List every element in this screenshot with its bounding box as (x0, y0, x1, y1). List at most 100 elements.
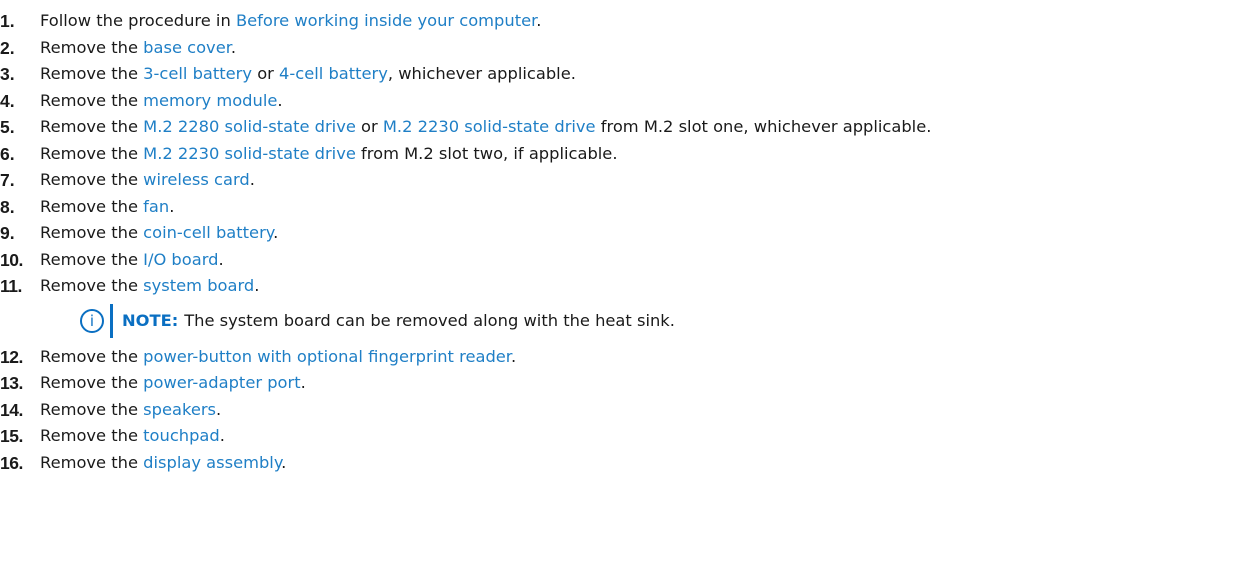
procedure-step: 3. Remove the 3-cell battery or 4-cell ba… (0, 61, 1237, 88)
step-number: 12. (0, 346, 23, 367)
step-text-segment: . (169, 196, 175, 216)
step-text-segment: or (355, 117, 383, 136)
step-number: 3. (0, 64, 15, 84)
step-link[interactable]: base cover (143, 38, 231, 57)
step-text-segment: . (254, 276, 260, 295)
step-number: 5. (0, 117, 15, 137)
step-link[interactable]: fan (143, 197, 169, 216)
procedure-step: 9. Remove the coin-cell battery. (0, 220, 1237, 247)
step-number: 15. (0, 426, 23, 446)
step-text-segment: Remove the (40, 170, 144, 189)
step-text-segment: Remove the (40, 426, 144, 445)
note-divider (110, 303, 113, 338)
step-link[interactable]: speakers (143, 400, 216, 419)
step-text-segment: Remove the (40, 196, 144, 216)
step-text: Remove the coin-cell battery. (40, 223, 278, 242)
procedure-steps-list: 1. Follow the procedure in Before working… (0, 8, 1237, 476)
step-text: Remove the power-adapter port. (40, 373, 306, 392)
step-link[interactable]: 3-cell battery (143, 64, 252, 83)
step-link[interactable]: wireless card (143, 170, 250, 189)
procedure-step: 4. Remove the memory module. (0, 88, 1237, 115)
step-link[interactable]: M.2 2230 solid-state drive (383, 117, 596, 136)
step-text-segment: , whichever applicable. (387, 64, 576, 83)
step-text-segment: Remove the (40, 249, 144, 269)
step-text-segment: Remove the (40, 64, 144, 83)
step-link[interactable]: 4-cell battery (279, 64, 388, 83)
step-link[interactable]: system board (143, 276, 254, 295)
step-number: 13. (0, 373, 23, 393)
step-number: 8. (0, 196, 15, 217)
step-number: 10. (0, 249, 23, 270)
step-text-segment: Remove the (40, 399, 144, 419)
step-text-segment: . (277, 90, 283, 110)
step-text-segment: from M.2 slot two, if applicable. (355, 143, 618, 163)
step-text-segment: Remove the (40, 346, 144, 366)
procedure-step: 1. Follow the procedure in Before working… (0, 8, 1237, 35)
step-number: 7. (0, 170, 15, 190)
step-text: Remove the power-button with optional fi… (40, 347, 516, 366)
step-text-segment: . (273, 223, 279, 242)
info-icon: i (80, 308, 104, 333)
step-text-segment: Remove the (40, 117, 144, 136)
step-link[interactable]: coin-cell battery (143, 223, 273, 242)
procedure-step: 8. Remove the fan. (0, 194, 1237, 221)
procedure-step: 6. Remove the M.2 2230 solid-state drive … (0, 141, 1237, 168)
step-number: 16. (0, 452, 23, 473)
step-text: Remove the I/O board. (40, 250, 224, 269)
step-text: Remove the speakers. (40, 400, 221, 419)
step-text-segment: . (281, 452, 287, 472)
step-text-segment: or (252, 64, 280, 83)
step-number: 11. (0, 276, 22, 296)
step-link[interactable]: I/O board (143, 250, 218, 269)
step-link[interactable]: display assembly (143, 453, 281, 472)
step-text-segment: . (216, 399, 222, 419)
step-text-segment: . (249, 170, 255, 189)
procedure-step: 7. Remove the wireless card. (0, 167, 1237, 194)
step-text-segment: Follow the procedure in (40, 11, 236, 30)
note-text: The system board can be removed along wi… (184, 310, 675, 330)
step-text: Remove the touchpad. (40, 426, 225, 445)
step-text-segment: Remove the (40, 276, 144, 295)
step-text-segment: . (218, 249, 224, 269)
step-link[interactable]: M.2 2280 solid-state drive (143, 117, 356, 136)
step-text: Remove the base cover. (40, 38, 236, 57)
step-text: Remove the wireless card. (40, 170, 255, 189)
step-text-segment: . (219, 426, 225, 445)
step-link[interactable]: memory module (143, 91, 277, 110)
step-text-segment: Remove the (40, 37, 144, 57)
step-number: 6. (0, 143, 15, 164)
step-text: Remove the 3-cell battery or 4-cell batt… (40, 64, 576, 83)
procedure-step: 14. Remove the speakers. (0, 397, 1237, 424)
procedure-step: 5. Remove the M.2 2280 solid-state drive … (0, 114, 1237, 141)
step-number: 14. (0, 399, 23, 420)
procedure-step: 10. Remove the I/O board. (0, 247, 1237, 274)
step-number: 2. (0, 37, 15, 58)
procedure-step: 12. Remove the power-button with optional… (0, 344, 1237, 371)
step-text: Remove the M.2 2280 solid-state drive or… (40, 117, 931, 136)
step-text: Remove the display assembly. (40, 453, 286, 472)
note-label: NOTE: (122, 310, 179, 330)
step-text-segment: Remove the (40, 90, 144, 110)
step-text: Remove the fan. (40, 197, 174, 216)
procedure-step: 2. Remove the base cover. (0, 35, 1237, 62)
step-text: Follow the procedure in Before working i… (40, 11, 541, 30)
step-text: Remove the M.2 2230 solid-state drive fr… (40, 144, 618, 163)
procedure-step: 13. Remove the power-adapter port. (0, 370, 1237, 397)
step-text: Remove the system board. (40, 276, 259, 295)
step-number: 1. (0, 11, 15, 31)
step-text-segment: Remove the (40, 143, 144, 163)
step-text-segment: . (511, 346, 517, 366)
step-link[interactable]: Before working inside your computer (236, 11, 536, 30)
step-text-segment: . (536, 11, 542, 30)
step-text-segment: Remove the (40, 223, 144, 242)
procedure-step: 11. Remove the system board. i NOTE: The sys… (0, 273, 1237, 338)
step-link[interactable]: power-adapter port (143, 373, 300, 392)
step-text-segment: . (300, 373, 306, 392)
note-callout: i NOTE: The system board can be removed al… (80, 303, 1237, 338)
step-text-segment: Remove the (40, 373, 144, 392)
step-text-segment: from M.2 slot one, whichever applicable. (595, 117, 932, 136)
step-link[interactable]: touchpad (143, 426, 220, 445)
procedure-step: 16. Remove the display assembly. (0, 450, 1237, 477)
step-link[interactable]: M.2 2230 solid-state drive (143, 144, 356, 163)
step-link[interactable]: power-button with optional fingerprint r… (143, 347, 511, 366)
